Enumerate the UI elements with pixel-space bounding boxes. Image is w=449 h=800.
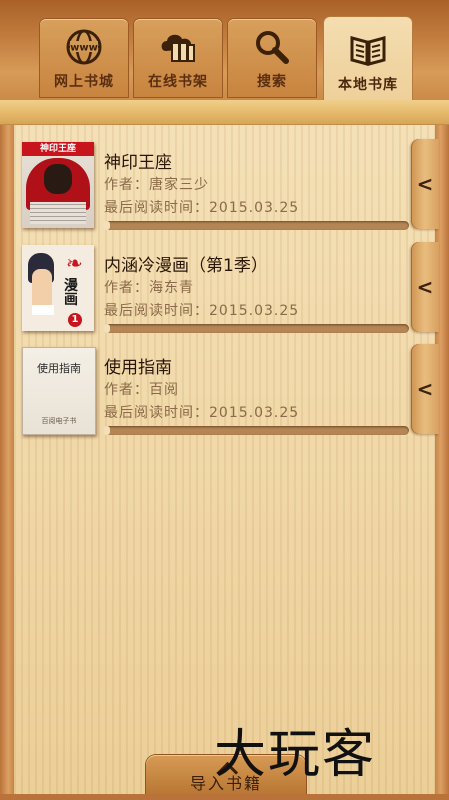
cover-subtitle: 百阅电子书	[41, 417, 77, 425]
progress-fill	[104, 426, 111, 435]
book-item[interactable]: 神印王座 神印王座 作者：唐家三少 最后阅读时间：2015.03.25 <	[14, 134, 439, 234]
book-title: 神印王座	[104, 153, 172, 173]
book-author: 作者：百阅	[104, 382, 179, 398]
book-item[interactable]: ❧ 漫画 1 内涵冷漫画（第1季） 作者：海东青 最后阅读时间：2015.03.…	[14, 237, 439, 337]
magnifier-icon	[250, 27, 294, 67]
book-last-read-time: 最后阅读时间：2015.03.25	[104, 405, 300, 421]
cover-title: 使用指南	[37, 362, 81, 375]
tab-search[interactable]: 搜索	[228, 19, 316, 97]
book-cover[interactable]: 使用指南 百阅电子书	[22, 347, 96, 435]
reading-progress-bar	[104, 324, 409, 333]
reading-progress-bar	[104, 426, 409, 435]
cover-title: 神印王座	[22, 142, 94, 156]
book-author: 作者：海东青	[104, 280, 194, 296]
tab-local-library[interactable]: 本地书库	[324, 17, 412, 100]
book-cover[interactable]: ❧ 漫画 1	[22, 245, 94, 331]
book-last-read-time: 最后阅读时间：2015.03.25	[104, 303, 300, 319]
book-last-read-time: 最后阅读时间：2015.03.25	[104, 200, 300, 216]
cover-badge: 1	[68, 313, 82, 327]
cloud-books-icon	[156, 27, 200, 67]
book-cover[interactable]: 神印王座	[22, 142, 94, 228]
tab-label: 本地书库	[338, 77, 398, 93]
progress-fill	[104, 221, 111, 230]
book-item[interactable]: 使用指南 百阅电子书 使用指南 作者：百阅 最后阅读时间：2015.03.25 …	[14, 339, 439, 439]
svg-text:www: www	[70, 43, 98, 54]
reading-progress-bar	[104, 221, 409, 230]
open-book-icon	[346, 30, 390, 70]
progress-fill	[104, 324, 111, 333]
tab-label: 在线书架	[148, 74, 208, 90]
book-title: 使用指南	[104, 358, 172, 378]
shelf-strip	[0, 100, 449, 125]
wood-frame-bottom	[0, 794, 449, 800]
top-tab-bar: www 网上书城 在线书架 搜索 本地书库	[0, 0, 449, 104]
book-title: 内涵冷漫画（第1季）	[104, 256, 268, 276]
expand-handle[interactable]: <	[411, 242, 439, 332]
watermark: 大玩客	[214, 725, 377, 785]
tab-online-shelf[interactable]: 在线书架	[134, 19, 222, 97]
tab-online-store[interactable]: www 网上书城	[40, 19, 128, 97]
tab-label: 网上书城	[54, 74, 114, 90]
globe-www-icon: www	[62, 27, 106, 67]
cover-title: 漫画	[64, 278, 78, 308]
book-author: 作者：唐家三少	[104, 177, 209, 193]
tab-label: 搜索	[257, 74, 287, 90]
expand-handle[interactable]: <	[411, 139, 439, 229]
expand-handle[interactable]: <	[411, 344, 439, 434]
